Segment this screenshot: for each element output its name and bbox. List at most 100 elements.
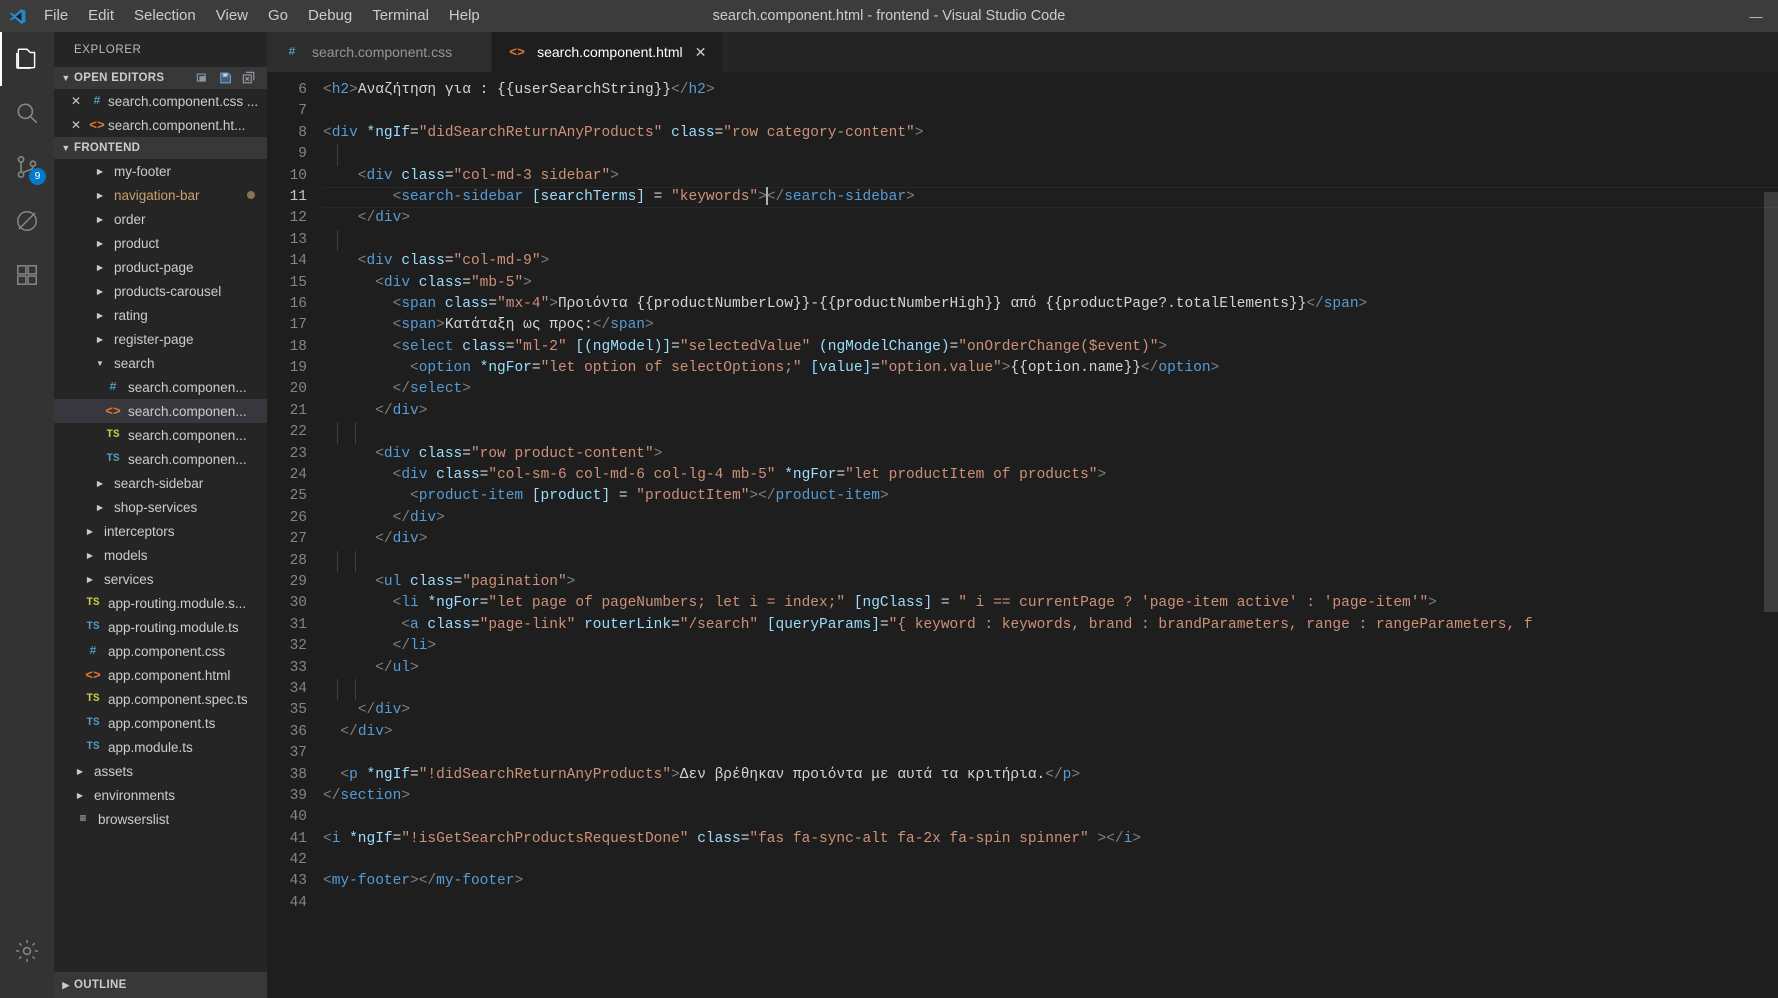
- menu-view[interactable]: View: [206, 0, 258, 32]
- tree-file-row[interactable]: TS search.componen...: [54, 447, 267, 471]
- menu-file[interactable]: File: [34, 0, 78, 32]
- tree-file-row[interactable]: <> search.componen...: [54, 399, 267, 423]
- chevron-right-icon[interactable]: ▶: [92, 239, 108, 248]
- tab-search-component-html[interactable]: <> search.component.html ✕: [492, 32, 723, 72]
- source-control-icon[interactable]: 9: [0, 140, 54, 194]
- code-line[interactable]: <li *ngFor = "let page of pageNumbers; let…: [323, 593, 1778, 614]
- code-line[interactable]: <div class="row product-content">: [323, 444, 1778, 465]
- tree-folder-row[interactable]: ▶ product-page: [54, 255, 267, 279]
- code-line[interactable]: <select class="ml-2" [(ngModel)]="select…: [323, 337, 1778, 358]
- close-icon[interactable]: ✕: [692, 44, 710, 61]
- tree-file-row[interactable]: TS app-routing.module.s...: [54, 591, 267, 615]
- tree-folder-row[interactable]: ▶ interceptors: [54, 519, 267, 543]
- tree-folder-row[interactable]: ▶ models: [54, 543, 267, 567]
- explorer-icon[interactable]: [0, 32, 54, 86]
- tree-folder-row[interactable]: ▶ register-page: [54, 327, 267, 351]
- code-line[interactable]: <a class="page-link" routerLink="/search…: [323, 615, 1778, 636]
- code-line[interactable]: </div>: [323, 208, 1778, 229]
- tree-folder-row[interactable]: ▶ my-footer: [54, 159, 267, 183]
- code-line[interactable]: <p *ngIf="!didSearchReturnAnyProducts">Δ…: [323, 765, 1778, 786]
- new-file-icon[interactable]: [193, 68, 213, 88]
- extensions-icon[interactable]: [0, 248, 54, 302]
- tree-file-row[interactable]: TS search.componen...: [54, 423, 267, 447]
- close-icon[interactable]: ✕: [66, 118, 86, 132]
- menu-go[interactable]: Go: [258, 0, 298, 32]
- code-line[interactable]: <i *ngIf="!isGetSearchProductsRequestDon…: [323, 829, 1778, 850]
- code-line[interactable]: <h2>Αναζήτηση για : {{userSearchString}}…: [323, 80, 1778, 101]
- tree-file-row[interactable]: TS app.component.ts: [54, 711, 267, 735]
- scrollbar-thumb[interactable]: [1764, 192, 1778, 612]
- chevron-right-icon[interactable]: ▶: [92, 263, 108, 272]
- tree-file-row[interactable]: # search.componen...: [54, 375, 267, 399]
- vertical-scrollbar[interactable]: [1764, 72, 1778, 998]
- chevron-right-icon[interactable]: ▶: [92, 287, 108, 296]
- chevron-right-icon[interactable]: ▶: [92, 479, 108, 488]
- code-line[interactable]: <span class="mx-4">Προιόντα {{productNum…: [323, 294, 1778, 315]
- tree-file-row[interactable]: ≡ browserslist: [54, 807, 267, 831]
- chevron-right-icon[interactable]: ▶: [92, 167, 108, 176]
- tree-file-row[interactable]: <> app.component.html: [54, 663, 267, 687]
- code-line[interactable]: [323, 144, 1778, 166]
- chevron-right-icon[interactable]: ▶: [82, 551, 98, 560]
- code-line[interactable]: <div class = "col-sm-6 col-md-6 col-lg-4 m…: [323, 465, 1778, 486]
- chevron-right-icon[interactable]: ▶: [92, 215, 108, 224]
- code-line[interactable]: </div>: [323, 722, 1778, 743]
- code-line[interactable]: [323, 893, 1778, 914]
- tree-folder-row[interactable]: ▶ assets: [54, 759, 267, 783]
- menu-edit[interactable]: Edit: [78, 0, 124, 32]
- tree-folder-row[interactable]: ▶ navigation-bar: [54, 183, 267, 207]
- code-line[interactable]: </ul>: [323, 658, 1778, 679]
- code-line[interactable]: <div *ngIf="didSearchReturnAnyProducts" …: [323, 123, 1778, 144]
- close-all-icon[interactable]: [239, 68, 259, 88]
- code-viewport[interactable]: 6 7 8 9 10 11 12 13 14 15 16 17 18 19 20 21 22 23 24 25 26 27…: [267, 72, 1778, 998]
- code-line[interactable]: </div>: [323, 529, 1778, 550]
- tree-file-row[interactable]: TS app.component.spec.ts: [54, 687, 267, 711]
- chevron-right-icon[interactable]: ▶: [72, 767, 88, 776]
- tree-folder-row[interactable]: ▶ products-carousel: [54, 279, 267, 303]
- chevron-right-icon[interactable]: ▶: [82, 527, 98, 536]
- open-editor-item-css[interactable]: ✕ # search.component.css ...: [54, 89, 267, 113]
- tree-folder-row[interactable]: ▶ product: [54, 231, 267, 255]
- menu-selection[interactable]: Selection: [124, 0, 206, 32]
- code-line[interactable]: [323, 422, 1778, 444]
- tree-file-row[interactable]: TS app.module.ts: [54, 735, 267, 759]
- code-line[interactable]: [323, 850, 1778, 871]
- code-line[interactable]: [323, 743, 1778, 764]
- chevron-right-icon[interactable]: ▶: [92, 311, 108, 320]
- chevron-right-icon[interactable]: ▶: [72, 791, 88, 800]
- close-icon[interactable]: ✕: [66, 94, 86, 108]
- code-line[interactable]: [323, 101, 1778, 122]
- save-all-icon[interactable]: [216, 68, 236, 88]
- code-line[interactable]: <div class="mb-5">: [323, 273, 1778, 294]
- search-icon[interactable]: [0, 86, 54, 140]
- code-line[interactable]: </section>: [323, 786, 1778, 807]
- debug-icon[interactable]: [0, 194, 54, 248]
- tree-file-row[interactable]: TS app-routing.module.ts: [54, 615, 267, 639]
- code-line[interactable]: <span>Κατάταξη ως προς:</span>: [323, 315, 1778, 336]
- menu-help[interactable]: Help: [439, 0, 490, 32]
- code-line[interactable]: [323, 229, 1778, 252]
- minimize-button[interactable]: —: [1734, 0, 1778, 32]
- tree-folder-row[interactable]: ▶ search-sidebar: [54, 471, 267, 495]
- code-line[interactable]: </div>: [323, 700, 1778, 721]
- tree-folder-row[interactable]: ▼ search: [54, 351, 267, 375]
- chevron-right-icon[interactable]: ▶: [82, 575, 98, 584]
- chevron-down-icon[interactable]: ▼: [92, 359, 108, 368]
- chevron-right-icon[interactable]: ▶: [92, 335, 108, 344]
- code-line[interactable]: <div class="col-md-3 sidebar">: [323, 166, 1778, 187]
- code-content[interactable]: <h2>Αναζήτηση για : {{userSearchString}}…: [323, 72, 1778, 998]
- outline-header[interactable]: ▶ OUTLINE: [54, 972, 267, 998]
- tree-folder-row[interactable]: ▶ environments: [54, 783, 267, 807]
- code-line[interactable]: </li>: [323, 636, 1778, 657]
- settings-gear-icon[interactable]: [0, 924, 54, 978]
- code-line[interactable]: [323, 550, 1778, 572]
- tree-folder-row[interactable]: ▶ rating: [54, 303, 267, 327]
- code-line[interactable]: <my-footer></my-footer>: [323, 871, 1778, 892]
- tree-folder-row[interactable]: ▶ order: [54, 207, 267, 231]
- code-line[interactable]: <option *ngFor="let option of selectOpti…: [323, 358, 1778, 379]
- tree-folder-row[interactable]: ▶ shop-services: [54, 495, 267, 519]
- code-line[interactable]: </div>: [323, 401, 1778, 422]
- folder-header-frontend[interactable]: ▼ FRONTEND: [54, 137, 267, 159]
- menu-terminal[interactable]: Terminal: [362, 0, 439, 32]
- code-line[interactable]: <div class="col-md-9">: [323, 251, 1778, 272]
